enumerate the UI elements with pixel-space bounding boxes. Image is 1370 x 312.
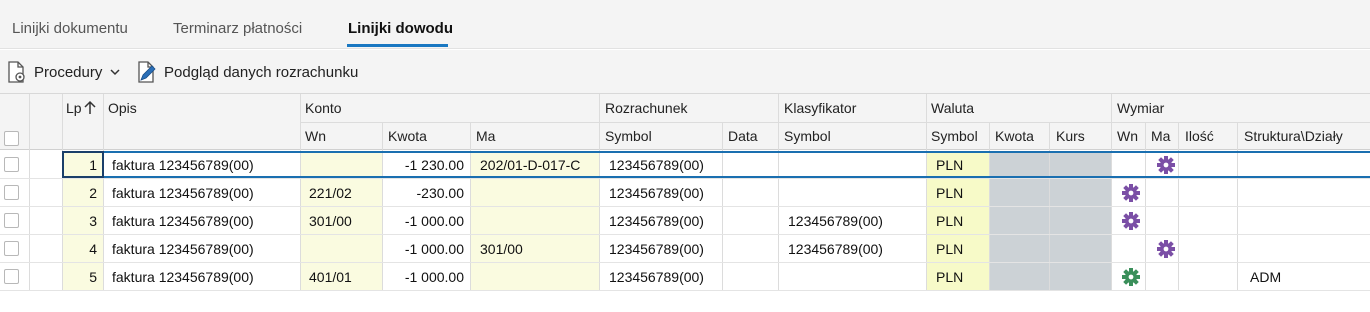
dimension-gear-icon[interactable]	[1122, 268, 1140, 286]
tab-bar: Linijki dokumentu Terminarz płatności Li…	[0, 0, 1370, 49]
col-header-rozrachunek[interactable]: Rozrachunek	[605, 100, 688, 116]
table-row[interactable]: 5 faktura 123456789(00) 401/01 -1 000.00…	[0, 263, 1370, 291]
row-checkbox[interactable]	[4, 185, 19, 200]
col-header-struktura[interactable]: Struktura\Działy	[1244, 128, 1343, 144]
focused-cell-outline	[62, 151, 104, 178]
table-row[interactable]: 2 faktura 123456789(00) 221/02 -230.00 1…	[0, 179, 1370, 207]
dimension-gear-icon[interactable]	[1157, 240, 1175, 258]
col-header-konto[interactable]: Konto	[305, 100, 342, 116]
cell-lp: 2	[89, 185, 97, 201]
row-checkbox[interactable]	[4, 157, 19, 172]
cell-kwota[interactable]: -1 000.00	[382, 207, 464, 235]
procedures-icon	[8, 61, 25, 83]
cell-kwota[interactable]: -1 000.00	[382, 263, 464, 291]
col-header-kwota[interactable]: Kwota	[388, 128, 427, 144]
cell-symbol[interactable]: 123456789(00)	[609, 263, 704, 291]
cell-opis[interactable]: faktura 123456789(00)	[112, 263, 254, 291]
table-row[interactable]: 3 faktura 123456789(00) 301/00 -1 000.00…	[0, 207, 1370, 235]
document-edit-icon	[138, 61, 156, 83]
cell-lp: 5	[89, 269, 97, 285]
col-header-kurs[interactable]: Kurs	[1056, 128, 1085, 144]
cell-wn[interactable]: 401/01	[309, 263, 352, 291]
col-header-ilosc[interactable]: Ilość	[1185, 128, 1214, 144]
preview-settlement-label: Podgląd danych rozrachunku	[164, 63, 359, 81]
toolbar: Procedury Podgląd danych rozrachunku	[0, 50, 1370, 94]
cell-klasyfikator[interactable]: 123456789(00)	[788, 235, 883, 263]
row-checkbox[interactable]	[4, 241, 19, 256]
col-header-wal-symbol[interactable]: Symbol	[931, 128, 978, 144]
header-divider	[300, 122, 1370, 123]
active-tab-indicator	[347, 44, 448, 47]
tab-linijki-dokumentu[interactable]: Linijki dokumentu	[12, 20, 128, 37]
col-header-waluta[interactable]: Waluta	[931, 100, 974, 116]
row-checkbox[interactable]	[4, 213, 19, 228]
cell-symbol[interactable]: 123456789(00)	[609, 235, 704, 263]
cell-opis[interactable]: faktura 123456789(00)	[112, 179, 254, 207]
col-header-wym-ma[interactable]: Ma	[1151, 128, 1170, 144]
cell-kwota[interactable]: -1 000.00	[382, 235, 464, 263]
table-row[interactable]: 4 faktura 123456789(00) -1 000.00 301/00…	[0, 235, 1370, 263]
cell-waluta[interactable]: PLN	[936, 235, 963, 263]
cell-wn[interactable]: 221/02	[309, 179, 352, 207]
col-header-wal-kwota[interactable]: Kwota	[995, 128, 1034, 144]
col-header-wn[interactable]: Wn	[305, 128, 326, 144]
cell-struktura[interactable]: ADM	[1250, 263, 1281, 291]
col-header-wymiar[interactable]: Wymiar	[1117, 100, 1164, 116]
cell-waluta[interactable]: PLN	[936, 179, 963, 207]
cell-ma[interactable]: 301/00	[480, 235, 523, 263]
dimension-gear-icon[interactable]	[1122, 212, 1140, 230]
col-header-lp[interactable]: Lp	[66, 100, 82, 116]
cell-symbol[interactable]: 123456789(00)	[609, 179, 704, 207]
procedures-label: Procedury	[34, 63, 103, 81]
tab-terminarz-platnosci[interactable]: Terminarz płatności	[173, 20, 302, 37]
cell-opis[interactable]: faktura 123456789(00)	[112, 235, 254, 263]
cell-waluta[interactable]: PLN	[936, 207, 963, 235]
cell-klasyfikator[interactable]: 123456789(00)	[788, 207, 883, 235]
cell-opis[interactable]: faktura 123456789(00)	[112, 207, 254, 235]
col-header-data[interactable]: Data	[728, 128, 758, 144]
cell-kwota[interactable]: -230.00	[382, 179, 464, 207]
cell-lp: 4	[89, 241, 97, 257]
cell-lp: 3	[89, 213, 97, 229]
row-divider	[0, 290, 1370, 291]
dimension-gear-icon[interactable]	[1122, 184, 1140, 202]
procedures-button[interactable]: Procedury	[6, 59, 128, 85]
select-all-checkbox[interactable]	[4, 131, 19, 146]
row-checkbox[interactable]	[4, 269, 19, 284]
col-header-ma[interactable]: Ma	[476, 128, 495, 144]
col-header-opis[interactable]: Opis	[108, 100, 137, 116]
cell-waluta[interactable]: PLN	[936, 263, 963, 291]
col-header-klasyfikator[interactable]: Klasyfikator	[784, 100, 856, 116]
tab-linijki-dowodu[interactable]: Linijki dowodu	[348, 20, 453, 37]
cell-symbol[interactable]: 123456789(00)	[609, 207, 704, 235]
col-header-klas-symbol[interactable]: Symbol	[784, 128, 831, 144]
col-header-symbol[interactable]: Symbol	[605, 128, 652, 144]
selected-row-outline	[62, 151, 1370, 178]
col-header-wym-wn[interactable]: Wn	[1117, 128, 1138, 144]
preview-settlement-button[interactable]: Podgląd danych rozrachunku	[136, 59, 358, 85]
cell-wn[interactable]: 301/00	[309, 207, 352, 235]
arrow-up-icon[interactable]	[83, 100, 97, 116]
chevron-down-icon	[110, 69, 120, 76]
